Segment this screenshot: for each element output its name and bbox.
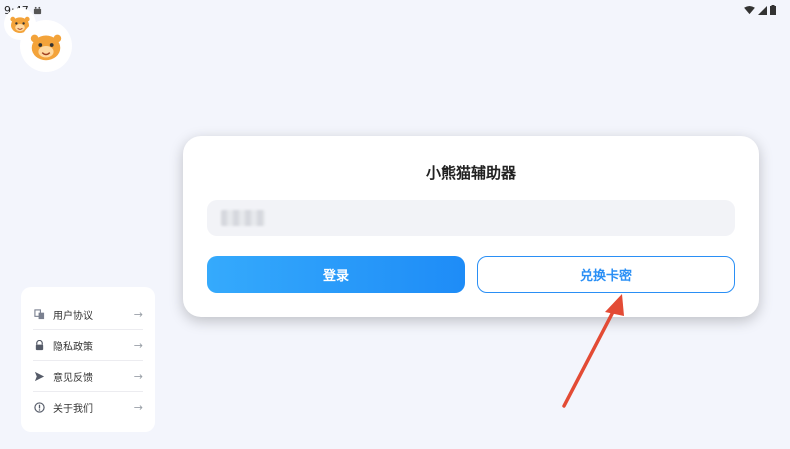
signal-icon xyxy=(758,5,767,15)
login-button[interactable]: 登录 xyxy=(207,256,465,293)
mascot-icon xyxy=(30,34,62,61)
card-key-input[interactable] xyxy=(207,200,735,236)
status-bar: 9:47 xyxy=(0,0,790,20)
menu-item-user-agreement[interactable]: 用户协议 → xyxy=(33,299,143,330)
arrow-right-icon: → xyxy=(133,307,143,321)
arrow-right-icon: → xyxy=(133,338,143,352)
menu-label: 关于我们 xyxy=(53,404,93,415)
menu-label: 隐私政策 xyxy=(53,341,93,353)
redeem-button-label: 兑换卡密 xyxy=(579,269,632,284)
blurred-input-value xyxy=(221,210,265,226)
menu-item-about-us[interactable]: 关于我们 → xyxy=(33,392,143,423)
menu-item-privacy-policy[interactable]: 隐私政策 → xyxy=(33,330,143,361)
menu-label: 用户协议 xyxy=(53,310,93,322)
info-menu: 用户协议 → 隐私政策 → 意见反馈 → 关于我们 → xyxy=(21,287,155,432)
wifi-icon xyxy=(744,5,755,15)
mascot-avatar-large[interactable] xyxy=(20,20,72,72)
status-right xyxy=(744,5,776,15)
arrow-right-icon: → xyxy=(133,369,143,383)
document-icon xyxy=(33,308,45,320)
send-icon xyxy=(33,370,45,382)
login-card: 小熊猫辅助器 登录 兑换卡密 xyxy=(183,136,759,317)
lock-icon xyxy=(33,339,45,351)
android-icon xyxy=(33,6,42,15)
battery-icon xyxy=(770,5,776,15)
arrow-right-icon: → xyxy=(133,401,143,414)
menu-label: 意见反馈 xyxy=(53,372,93,384)
app-title: 小熊猫辅助器 xyxy=(425,164,516,182)
info-icon xyxy=(33,402,45,414)
login-button-label: 登录 xyxy=(322,269,349,284)
menu-item-feedback[interactable]: 意见反馈 → xyxy=(33,361,143,392)
redeem-card-key-button[interactable]: 兑换卡密 xyxy=(477,256,735,293)
